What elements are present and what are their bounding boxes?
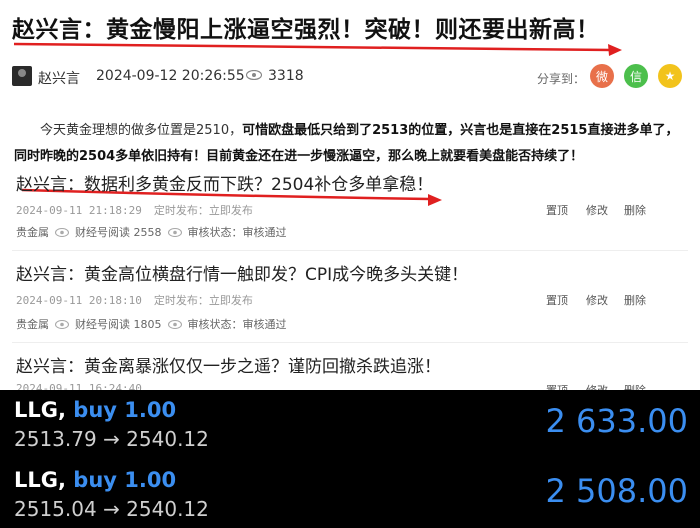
divider — [12, 342, 688, 343]
eye-icon — [246, 70, 262, 80]
item-category: 贵金属 — [16, 318, 49, 331]
article-list-item-title[interactable]: 赵兴言：黄金离暴涨仅仅一步之遥？谨防回撤杀跌追涨！ — [16, 352, 441, 377]
edit-button[interactable]: 修改 — [586, 202, 608, 218]
item-status: 审核状态：审核通过 — [187, 226, 287, 239]
article-paragraph: 今天黄金理想的做多位置是2510，可惜欧盘最低只给到了2513的位置，兴言也是直… — [14, 118, 686, 170]
position-profit: 2 508.00 — [545, 472, 689, 510]
position-row[interactable]: LLG, buy 1.00 2515.04 → 2540.12 2 508.00 — [0, 460, 700, 528]
item-reads: 财经号阅读 1805 — [75, 318, 162, 331]
eye-icon — [55, 227, 69, 237]
para-part-1: 今天黄金理想的做多位置是2510， — [40, 123, 243, 138]
article-list-item-meta: 2024-09-11 20:18:10 定时发布：立即发布 — [16, 292, 265, 308]
article-list-item-meta: 2024-09-11 21:18:29 定时发布：立即发布 — [16, 202, 265, 218]
pin-button[interactable]: 置顶 — [546, 202, 568, 218]
wechat-icon[interactable]: 信 — [624, 64, 648, 88]
item-date: 2024-09-11 21:18:29 — [16, 204, 142, 217]
qzone-icon[interactable]: ★ — [658, 64, 682, 88]
item-scheduled: 定时发布：立即发布 — [153, 294, 253, 307]
article-list-item-title[interactable]: 赵兴言：黄金高位横盘行情一触即发？CPI成今晚多头关键！ — [16, 260, 468, 285]
article-list-item-stats: 贵金属 财经号阅读 1805 审核状态：审核通过 — [16, 316, 287, 332]
item-category: 贵金属 — [16, 226, 49, 239]
position-row[interactable]: LLG, buy 1.00 2513.79 → 2540.12 2 633.00 — [0, 390, 700, 458]
delete-button[interactable]: 删除 — [624, 292, 646, 308]
position-price-range: 2515.04 → 2540.12 — [14, 497, 209, 521]
position-symbol: LLG, buy 1.00 — [14, 468, 176, 492]
eye-icon — [167, 319, 182, 329]
edit-button[interactable]: 修改 — [586, 292, 608, 308]
author-name[interactable]: 赵兴言 — [38, 68, 80, 88]
pin-button[interactable]: 置顶 — [546, 292, 568, 308]
red-arrow-2-head — [428, 194, 442, 206]
article-meta: 赵兴言 2024-09-12 20:26:55 3318 分享到： 微 信 ★ — [12, 64, 688, 90]
position-symbol: LLG, buy 1.00 — [14, 398, 176, 422]
item-status: 审核状态：审核通过 — [187, 318, 287, 331]
symbol-text: LLG, — [14, 398, 66, 422]
item-scheduled: 定时发布：立即发布 — [153, 204, 253, 217]
symbol-text: LLG, — [14, 468, 66, 492]
red-arrow-1 — [13, 42, 613, 52]
item-date: 2024-09-11 20:18:10 — [16, 294, 142, 307]
article-list-item-title[interactable]: 赵兴言：数据利多黄金反而下跌？2504补仓多单拿稳！ — [16, 170, 433, 195]
eye-icon — [55, 319, 69, 329]
trading-positions-panel: LLG, buy 1.00 2513.79 → 2540.12 2 633.00… — [0, 390, 700, 528]
article-list-item-stats: 贵金属 财经号阅读 2558 审核状态：审核通过 — [16, 224, 287, 240]
item-reads: 财经号阅读 2558 — [75, 226, 162, 239]
delete-button[interactable]: 删除 — [624, 202, 646, 218]
position-price-range: 2513.79 → 2540.12 — [14, 427, 209, 451]
position-profit: 2 633.00 — [545, 402, 689, 440]
side-text: buy 1.00 — [73, 398, 177, 422]
author-avatar[interactable] — [12, 66, 32, 86]
weibo-icon[interactable]: 微 — [590, 64, 614, 88]
publish-date: 2024-09-12 20:26:55 — [96, 68, 245, 84]
share-label: 分享到： — [537, 72, 586, 86]
divider — [12, 250, 688, 251]
red-arrow-1-head — [608, 44, 622, 56]
view-count: 3318 — [268, 68, 304, 84]
side-text: buy 1.00 — [73, 468, 177, 492]
eye-icon — [167, 227, 182, 237]
